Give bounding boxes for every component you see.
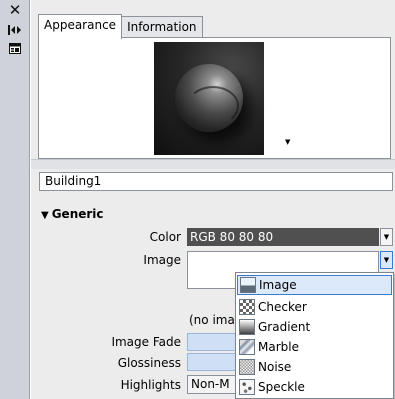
palette-toolstrip: ✕ xyxy=(0,0,30,399)
menu-item-label: Noise xyxy=(258,360,292,374)
material-preview-swatch[interactable] xyxy=(154,42,264,155)
gradient-icon xyxy=(239,319,255,335)
checker-icon xyxy=(239,299,255,315)
menu-item-checker[interactable]: Checker xyxy=(237,297,392,317)
preview-area: ▼ xyxy=(38,37,391,159)
preview-options-arrow-icon[interactable]: ▼ xyxy=(285,138,290,146)
section-header-generic[interactable]: ▼ Generic xyxy=(41,207,104,221)
menu-item-label: Marble xyxy=(258,340,299,354)
marble-icon xyxy=(239,339,255,355)
image-label: Image xyxy=(143,253,181,267)
auto-hide-icon[interactable] xyxy=(6,22,24,38)
menu-item-label: Image xyxy=(259,278,297,292)
glossiness-label: Glossiness xyxy=(117,356,181,370)
noise-icon xyxy=(239,359,255,375)
menu-item-marble[interactable]: Marble xyxy=(237,337,392,357)
preview-sphere xyxy=(175,64,243,132)
image-fade-label: Image Fade xyxy=(111,335,181,349)
image-icon xyxy=(240,277,256,293)
materials-editor-panel: Appearance Information ▼ Building1 ▼ Gene… xyxy=(30,0,395,399)
divider xyxy=(31,159,395,169)
image-type-menu: Image Checker Gradient Marble Noise Spec… xyxy=(235,272,394,399)
highlights-label: Highlights xyxy=(120,378,181,392)
image-status-text: (no ima xyxy=(189,313,235,327)
menu-item-label: Gradient xyxy=(258,320,311,334)
tab-appearance[interactable]: Appearance xyxy=(38,14,123,39)
menu-item-speckle[interactable]: Speckle xyxy=(237,377,392,397)
color-label: Color xyxy=(149,230,181,244)
color-field[interactable]: RGB 80 80 80 xyxy=(187,228,379,246)
tab-information[interactable]: Information xyxy=(121,16,203,38)
close-icon[interactable]: ✕ xyxy=(6,1,24,19)
image-dropdown-button[interactable]: ▼ xyxy=(380,251,393,269)
material-name-field[interactable]: Building1 xyxy=(39,172,393,191)
color-dropdown-button[interactable]: ▼ xyxy=(380,228,393,246)
menu-item-gradient[interactable]: Gradient xyxy=(237,317,392,337)
speckle-icon xyxy=(239,379,255,395)
menu-item-noise[interactable]: Noise xyxy=(237,357,392,377)
section-title: Generic xyxy=(51,207,104,221)
properties-icon[interactable] xyxy=(6,40,24,56)
menu-item-label: Speckle xyxy=(258,380,305,394)
menu-item-label: Checker xyxy=(258,300,307,314)
collapse-triangle-icon: ▼ xyxy=(41,210,49,221)
menu-item-image[interactable]: Image xyxy=(237,275,392,295)
tab-bar: Appearance Information xyxy=(38,14,203,39)
